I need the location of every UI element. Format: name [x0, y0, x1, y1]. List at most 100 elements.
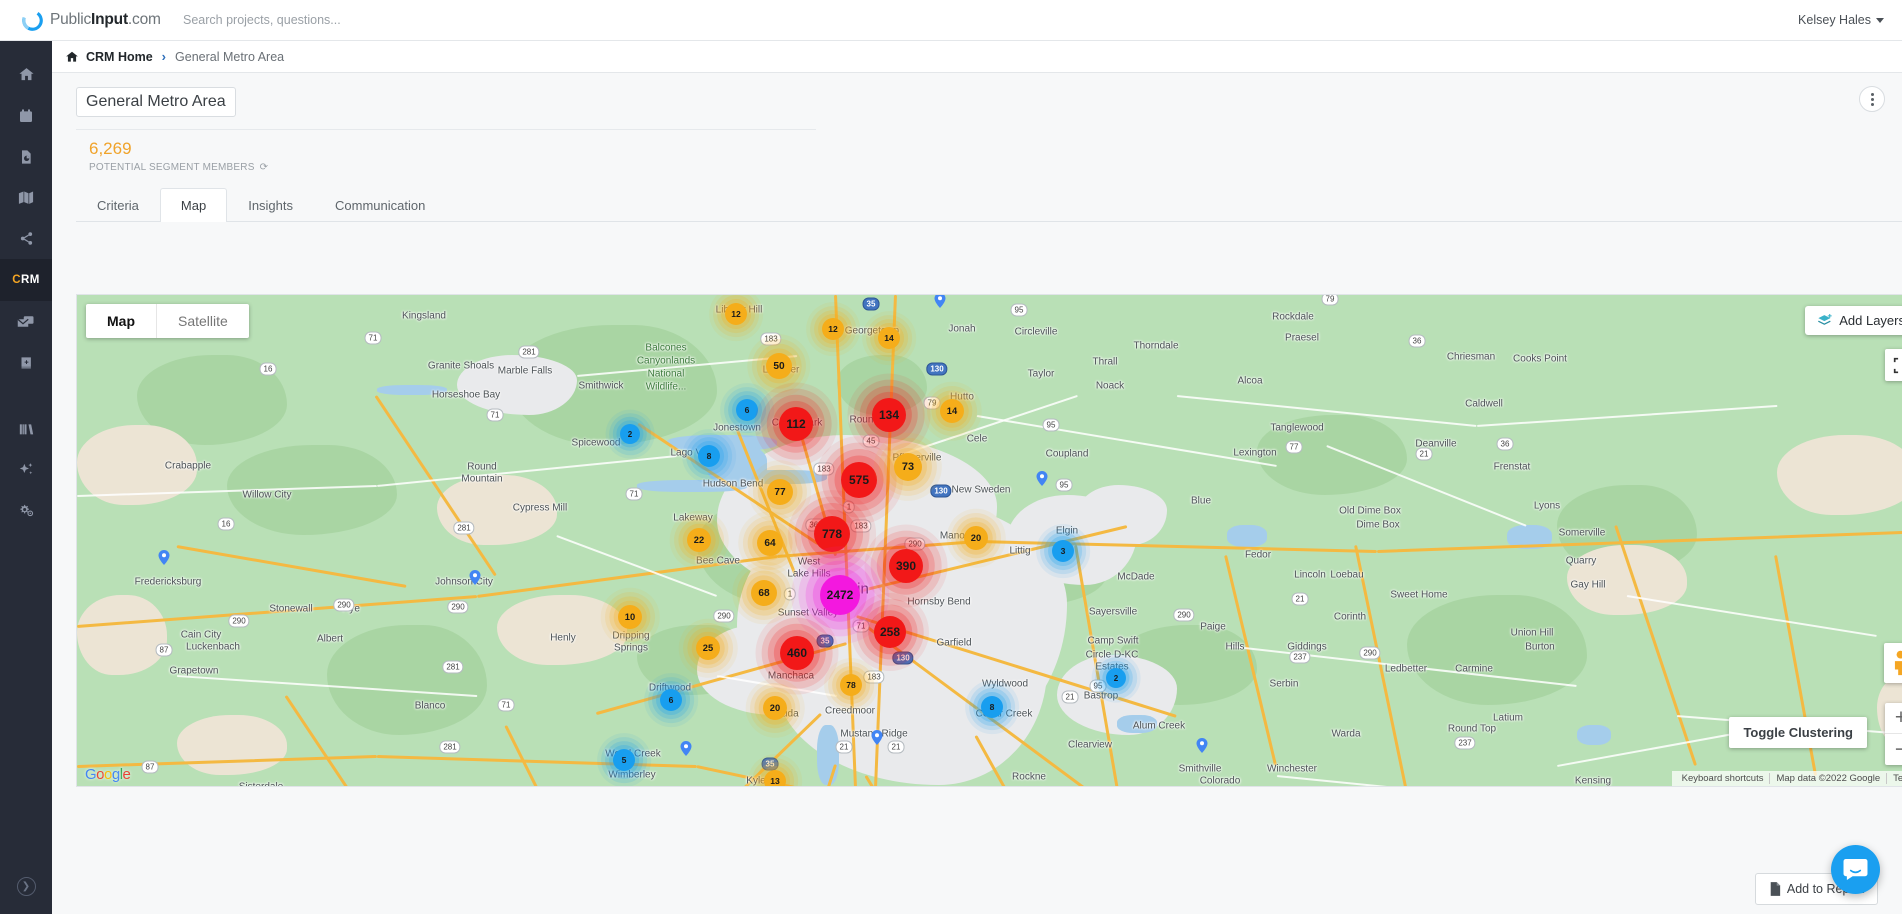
- cluster-count-label: 13: [770, 776, 780, 786]
- map-cluster-marker[interactable]: 8: [981, 696, 1003, 718]
- zoom-in-button[interactable]: +: [1885, 703, 1902, 734]
- cluster-count-label: 112: [786, 417, 805, 431]
- segment-header: 6,269 POTENTIAL SEGMENT MEMBERS ⟳: [52, 73, 1902, 173]
- map-cluster-marker[interactable]: 14: [878, 327, 900, 349]
- map-cluster-marker[interactable]: 112: [779, 407, 813, 441]
- fullscreen-icon: [1893, 357, 1902, 374]
- sidebar-item-settings[interactable]: [0, 490, 52, 531]
- tab-map[interactable]: Map: [160, 188, 227, 222]
- map-cluster-marker[interactable]: 12: [725, 303, 747, 325]
- map-highway-shield: 36: [1409, 335, 1426, 348]
- map-marker-pin[interactable]: [159, 550, 170, 565]
- global-search-input[interactable]: [183, 13, 513, 27]
- add-layers-button[interactable]: Add Layers: [1805, 306, 1902, 335]
- map-highway-shield: 237: [1454, 737, 1475, 750]
- sidebar-item-messages[interactable]: [0, 301, 52, 342]
- sidebar-item-reports[interactable]: [0, 136, 52, 177]
- cluster-count-label: 14: [884, 333, 894, 343]
- map-marker-pin[interactable]: [681, 741, 692, 756]
- sidebar-crm-label: CRM: [12, 274, 39, 286]
- tab-criteria[interactable]: Criteria: [76, 188, 160, 222]
- map-highway-shield: 21: [1292, 593, 1309, 606]
- segment-title-input[interactable]: [76, 87, 236, 117]
- map-marker-pin[interactable]: [1197, 738, 1208, 753]
- publicinput-logo-icon: [22, 10, 43, 31]
- map-cluster-marker[interactable]: 6: [660, 689, 682, 711]
- map-marker-pin[interactable]: [470, 570, 481, 585]
- map-cluster-marker[interactable]: 50: [766, 353, 792, 379]
- street-view-pegman[interactable]: [1884, 643, 1902, 683]
- breadcrumb-home-label: CRM Home: [86, 50, 153, 64]
- map-cluster-marker[interactable]: 77: [767, 479, 793, 505]
- brand-logo-group[interactable]: PublicInput.com: [0, 10, 175, 31]
- map-cluster-marker[interactable]: 134: [872, 398, 906, 432]
- keyboard-shortcuts-link[interactable]: Keyboard shortcuts: [1676, 773, 1770, 784]
- map-cluster-marker[interactable]: 460: [780, 636, 814, 670]
- books-icon: [18, 421, 35, 437]
- user-name-label: Kelsey Hales: [1798, 13, 1871, 27]
- sidebar-item-share[interactable]: [0, 218, 52, 259]
- map-type-map-button[interactable]: Map: [86, 304, 156, 338]
- map-cluster-marker[interactable]: 25: [696, 636, 720, 660]
- segment-options-button[interactable]: [1859, 86, 1885, 112]
- sidebar-item-calendar[interactable]: [0, 95, 52, 136]
- map-marker-pin[interactable]: [935, 294, 946, 308]
- sidebar-item-library[interactable]: [0, 342, 52, 383]
- sidebar-item-map[interactable]: [0, 177, 52, 218]
- map-cluster-marker[interactable]: 20: [964, 526, 988, 550]
- tab-insights[interactable]: Insights: [227, 188, 314, 222]
- map-cluster-marker[interactable]: 5: [613, 749, 635, 771]
- map-highway-shield: 87: [142, 761, 159, 774]
- calendar-icon: [18, 108, 34, 124]
- kebab-dot: [1871, 103, 1874, 106]
- intercom-chat-button[interactable]: [1831, 845, 1880, 894]
- map-cluster-marker[interactable]: 13: [764, 770, 786, 787]
- sidebar-expand-button[interactable]: ❯: [17, 877, 36, 896]
- map-cluster-marker[interactable]: 78: [840, 674, 862, 696]
- tab-communication[interactable]: Communication: [314, 188, 446, 222]
- map-cluster-marker[interactable]: 2472: [820, 575, 860, 615]
- refresh-icon[interactable]: ⟳: [260, 162, 269, 173]
- user-menu[interactable]: Kelsey Hales: [1798, 13, 1884, 27]
- cluster-count-label: 134: [879, 408, 899, 422]
- map-highway-shield: 21: [836, 741, 853, 754]
- map-type-satellite-button[interactable]: Satellite: [156, 304, 249, 338]
- map-highway-shield: 281: [453, 522, 474, 535]
- zoom-out-button[interactable]: −: [1885, 734, 1902, 765]
- map-cluster-marker[interactable]: 68: [751, 580, 777, 606]
- map-cluster-marker[interactable]: 14: [940, 399, 964, 423]
- map-type-toggle: Map Satellite: [86, 304, 249, 338]
- sidebar-item-home[interactable]: [0, 54, 52, 95]
- segment-tabs: Criteria Map Insights Communication: [76, 187, 1902, 222]
- map-cluster-marker[interactable]: 22: [687, 528, 711, 552]
- sidebar-item-insights[interactable]: [0, 449, 52, 490]
- map-cluster-marker[interactable]: 8: [698, 445, 720, 467]
- map-cluster-marker[interactable]: 12: [822, 318, 844, 340]
- segment-map[interactable]: KingslandLiberty HillGeorgetownJonahCirc…: [76, 294, 1902, 787]
- map-highway-shield: 71: [626, 488, 643, 501]
- map-cluster-marker[interactable]: 3: [1052, 540, 1074, 562]
- map-cluster-marker[interactable]: 10: [618, 605, 642, 629]
- fullscreen-button[interactable]: [1885, 349, 1902, 381]
- sidebar-item-crm[interactable]: CRM: [0, 259, 52, 301]
- map-cluster-marker[interactable]: 2: [620, 424, 640, 444]
- cluster-count-label: 460: [787, 646, 807, 660]
- sidebar-item-archive[interactable]: [0, 408, 52, 449]
- cluster-count-label: 2: [1114, 674, 1118, 683]
- cluster-count-label: 2: [628, 430, 632, 439]
- terms-link[interactable]: Terms: [1886, 773, 1902, 784]
- map-cluster-marker[interactable]: 73: [894, 453, 922, 481]
- map-cluster-marker[interactable]: 258: [874, 616, 906, 648]
- breadcrumb-home-link[interactable]: CRM Home: [65, 50, 153, 64]
- map-highway-shield: 21: [1062, 691, 1079, 704]
- map-cluster-marker[interactable]: 2: [1106, 668, 1126, 688]
- cluster-count-label: 778: [822, 527, 842, 541]
- map-marker-pin[interactable]: [1037, 471, 1048, 486]
- map-marker-pin[interactable]: [872, 730, 883, 745]
- map-cluster-marker[interactable]: 20: [763, 696, 787, 720]
- toggle-clustering-button[interactable]: Toggle Clustering: [1729, 717, 1867, 748]
- map-canvas[interactable]: KingslandLiberty HillGeorgetownJonahCirc…: [77, 295, 1902, 786]
- cluster-count-label: 10: [625, 612, 635, 622]
- map-cluster-marker[interactable]: 390: [889, 549, 923, 583]
- map-cluster-marker[interactable]: 64: [757, 530, 783, 556]
